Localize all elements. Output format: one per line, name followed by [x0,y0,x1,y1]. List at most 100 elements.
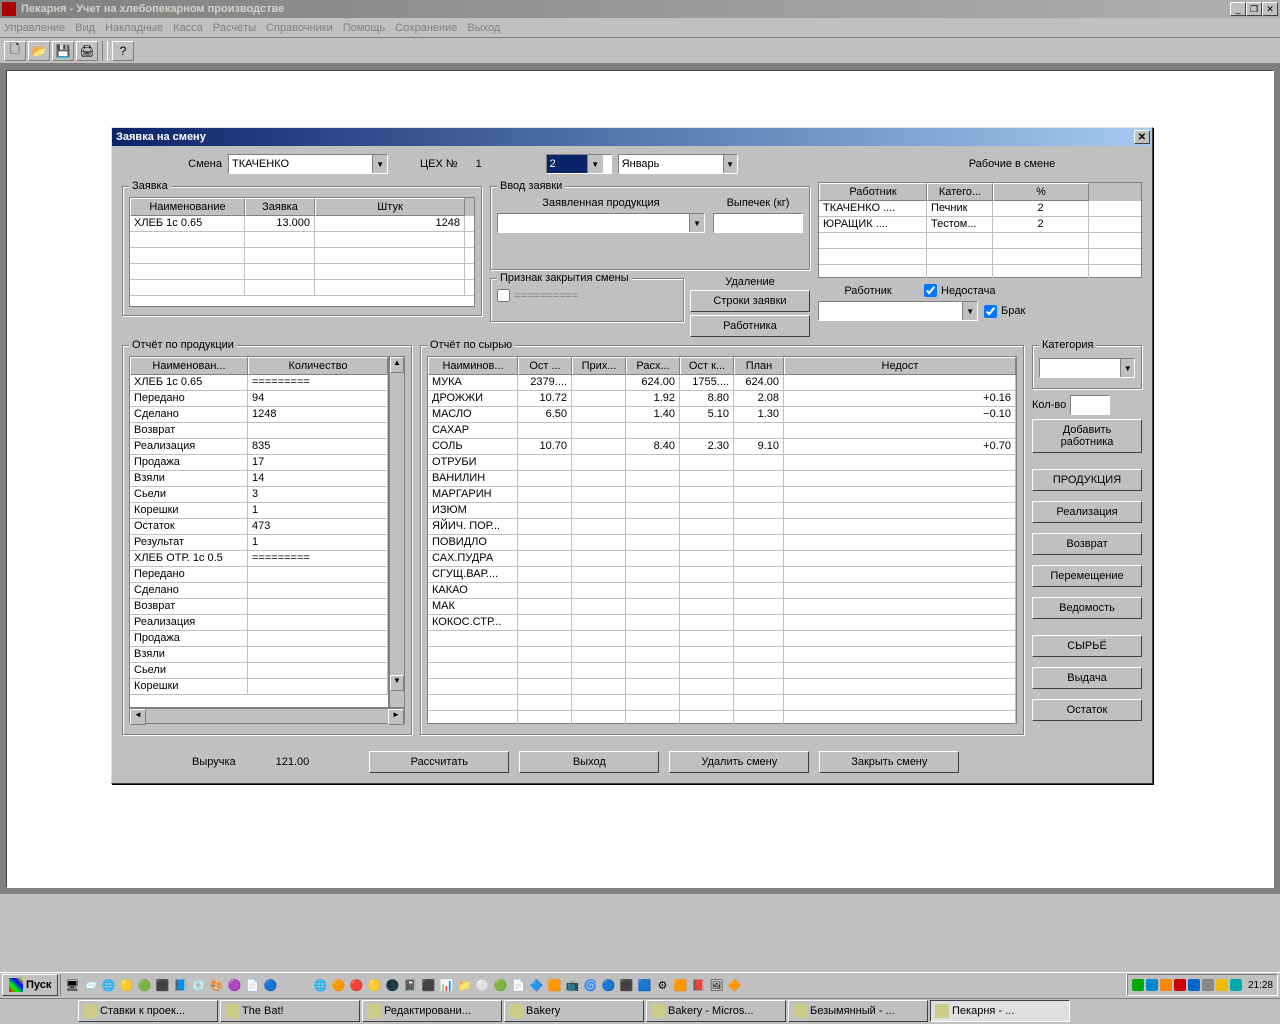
scroll-up-icon[interactable]: ▲ [390,357,404,373]
qty-input[interactable] [1070,395,1110,415]
new-icon[interactable]: 🗋 [4,41,26,61]
category-input[interactable] [1040,359,1120,377]
col-header[interactable]: Количество [248,357,388,375]
table-row[interactable]: ТКАЧЕНКО ....Печник2 [819,201,1141,217]
table-row[interactable]: Сделано1248 [130,407,388,423]
shift-combo[interactable]: ▼ [228,154,388,174]
table-row[interactable]: ПОВИДЛО [428,535,1016,551]
menu-item[interactable]: Управление [4,22,65,34]
table-row[interactable] [130,280,474,296]
col-header[interactable]: Прих... [572,357,626,375]
table-row[interactable]: ЮРАЩИК ....Тестом...2 [819,217,1141,233]
minimize-button[interactable]: _ [1230,2,1246,16]
table-row[interactable]: Возврат [130,599,388,615]
close-flag-checkbox[interactable]: ========== [497,289,578,302]
worker-combo[interactable]: ▼ [818,301,978,321]
table-row[interactable]: КАКАО [428,583,1016,599]
defect-checkbox[interactable]: Брак [984,305,1025,318]
table-row[interactable]: Результат1 [130,535,388,551]
table-row[interactable]: САХ.ПУДРА [428,551,1016,567]
remainder-button[interactable]: Остаток [1032,699,1142,721]
col-header[interactable]: Ост ... [518,357,572,375]
exit-button[interactable]: Выход [519,751,659,773]
delete-rows-button[interactable]: Строки заявки [690,290,810,312]
table-row[interactable]: КОКОС.СТР... [428,615,1016,631]
save-icon[interactable]: 💾 [52,41,74,61]
table-row[interactable]: Возврат [130,423,388,439]
table-row[interactable]: Передано94 [130,391,388,407]
category-combo[interactable]: ▼ [1039,358,1135,378]
maximize-button[interactable]: ❐ [1246,2,1262,16]
taskbar-task[interactable]: Ставки к проек... [78,1000,218,1022]
delete-shift-button[interactable]: Удалить смену [669,751,809,773]
menu-item[interactable]: Помощь [343,22,386,34]
chevron-down-icon[interactable]: ▼ [587,155,603,173]
table-row[interactable]: МУКА2379....624.001755....624.00 [428,375,1016,391]
col-header[interactable]: Наименован... [130,357,248,375]
shortage-checkbox[interactable]: Недостача [924,284,996,297]
raw-report-table[interactable]: Наиминов... Ост ... Прих... Расх... Ост … [427,356,1017,724]
taskbar-task[interactable]: The Bat! [220,1000,360,1022]
menu-item[interactable]: Касса [173,22,203,34]
table-row[interactable] [819,249,1141,265]
table-row[interactable]: Продажа [130,631,388,647]
system-tray[interactable]: 21:28 [1127,974,1278,996]
workers-table[interactable]: Работник Катего... % ТКАЧЕНКО ....Печник… [818,182,1142,278]
scroll-left-icon[interactable]: ◄ [130,709,146,725]
table-row[interactable] [130,248,474,264]
scrollbar-vertical[interactable]: ▲ ▼ [389,356,405,708]
child-close-button[interactable]: ✕ [1134,130,1150,144]
table-row[interactable] [428,631,1016,647]
menu-item[interactable]: Сохранение [395,22,457,34]
table-row[interactable] [819,233,1141,249]
add-worker-button[interactable]: Добавить работника [1032,419,1142,453]
col-header[interactable]: Недост [784,357,1016,375]
table-row[interactable]: Корешки1 [130,503,388,519]
product-combo[interactable]: ▼ [497,213,705,233]
table-row[interactable]: Корешки [130,679,388,695]
menu-item[interactable]: Вид [75,22,95,34]
bake-input[interactable] [713,213,803,233]
col-header[interactable]: Работник [819,183,927,201]
day-input[interactable] [547,155,587,173]
raw-button[interactable]: СЫРЬЁ [1032,635,1142,657]
table-row[interactable]: Продажа17 [130,455,388,471]
product-input[interactable] [498,214,689,232]
products-button[interactable]: ПРОДУКЦИЯ [1032,469,1142,491]
child-titlebar[interactable]: Заявка на смену ✕ [112,128,1152,146]
start-button[interactable]: Пуск [2,974,58,996]
chevron-down-icon[interactable]: ▼ [723,155,737,173]
chevron-down-icon[interactable]: ▼ [689,214,704,232]
table-row[interactable]: ХЛЕБ ОТР. 1c 0.5========= [130,551,388,567]
statement-button[interactable]: Ведомость [1032,597,1142,619]
scroll-right-icon[interactable]: ► [388,709,404,725]
table-row[interactable] [130,232,474,248]
close-shift-button[interactable]: Закрыть смену [819,751,959,773]
worker-input[interactable] [819,302,962,320]
close-button[interactable]: ✕ [1262,2,1278,16]
taskbar-task[interactable]: Пекарня - ... [930,1000,1070,1022]
delete-worker-button[interactable]: Работника [690,315,810,337]
table-row[interactable]: Сделано [130,583,388,599]
menu-item[interactable]: Выход [467,22,500,34]
table-row[interactable]: ИЗЮМ [428,503,1016,519]
calculate-button[interactable]: Рассчитать [369,751,509,773]
print-icon[interactable]: 🖨 [76,41,98,61]
col-header[interactable]: План [734,357,784,375]
table-row[interactable] [428,695,1016,711]
table-row[interactable]: ВАНИЛИН [428,471,1016,487]
table-row[interactable]: Остаток473 [130,519,388,535]
table-row[interactable]: Взяли14 [130,471,388,487]
table-row[interactable]: ЯЙИЧ. ПОР... [428,519,1016,535]
table-row[interactable]: Передано [130,567,388,583]
table-row[interactable]: МАРГАРИН [428,487,1016,503]
col-header[interactable]: Наименование [130,198,245,216]
product-report-table[interactable]: Наименован... Количество ХЛЕБ 1c 0.65===… [129,356,389,708]
table-row[interactable] [819,265,1141,281]
col-header[interactable]: Расх... [626,357,680,375]
day-combo[interactable]: ▼ [546,154,612,174]
table-row[interactable]: ХЛЕБ 1c 0.65========= [130,375,388,391]
request-table[interactable]: Наименование Заявка Штук ХЛЕБ 1c 0.6513.… [129,197,475,307]
taskbar-task[interactable]: Безымянный - ... [788,1000,928,1022]
menu-item[interactable]: Накладные [105,22,163,34]
